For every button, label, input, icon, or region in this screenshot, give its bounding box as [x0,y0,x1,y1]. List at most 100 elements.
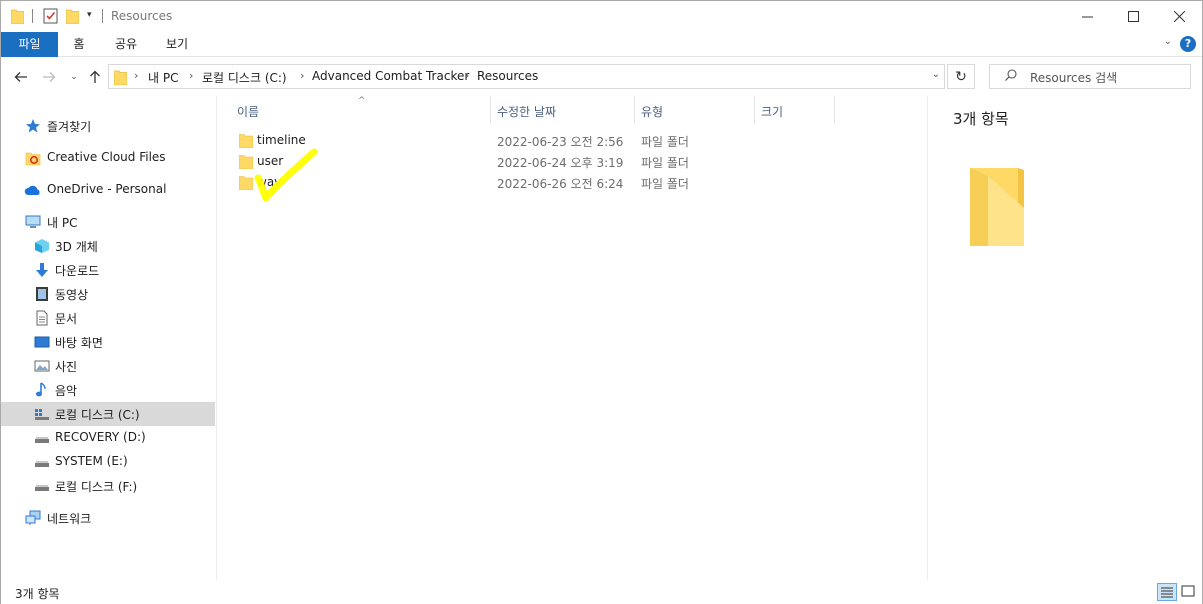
maximize-button[interactable] [1110,1,1156,32]
large-icons-view-button[interactable] [1179,583,1199,601]
sidebar-item-system-e[interactable]: SYSTEM (E:) [1,450,215,474]
column-divider[interactable] [754,96,755,124]
tab-file[interactable]: 파일 [1,32,58,57]
preview-pane: 3개 항목 [927,96,1202,580]
item-count: 3개 항목 [15,587,60,601]
breadcrumb-separator-icon[interactable]: › [134,69,138,82]
file-explorer-window: ▾ Resources 파일 홈 공유 보기 ⌄ ? ⌄ › 내 PC › 로컬… [0,0,1203,604]
sidebar-item-this-pc[interactable]: 내 PC [1,210,215,234]
breadcrumb-this-pc[interactable]: 내 PC [148,69,178,86]
address-bar[interactable]: › 내 PC › 로컬 디스크 (C:) › Advanced Combat T… [108,64,945,89]
tab-share[interactable]: 공유 [108,32,144,57]
desktop-icon [34,336,50,348]
search-placeholder: Resources 검색 [1030,71,1118,85]
file-name: timeline [257,133,306,147]
recent-locations-chevron-icon[interactable]: ⌄ [64,67,84,87]
back-arrow-icon [14,72,27,82]
refresh-button[interactable]: ↻ [947,64,975,89]
file-type: 파일 폴더 [641,135,689,149]
sidebar-item-label: 동영상 [55,288,89,302]
table-row[interactable]: wav 2022-06-26 오전 6:24 파일 폴더 [218,172,927,193]
sidebar-item-label: Creative Cloud Files [47,150,166,164]
column-header-modified[interactable]: 수정한 날짜 [497,103,556,120]
sidebar-item-music[interactable]: 음악 [1,378,215,402]
file-type: 파일 폴더 [641,177,689,191]
address-history-chevron-icon[interactable]: ⌄ [932,69,940,80]
sidebar-item-local-disk-c[interactable]: 로컬 디스크 (C:) [1,402,215,426]
column-divider[interactable] [490,96,491,124]
windows-drive-icon [35,409,49,420]
sidebar-item-recovery-d[interactable]: RECOVERY (D:) [1,426,215,450]
breadcrumb-separator-icon[interactable]: › [189,69,193,82]
column-header-size[interactable]: 크기 [761,103,783,120]
download-arrow-icon [36,263,48,277]
table-row[interactable]: user 2022-06-24 오후 3:19 파일 폴더 [218,151,927,172]
sidebar-item-label: 문서 [55,312,78,326]
folder-icon [114,70,127,85]
column-divider[interactable] [834,96,835,124]
file-modified: 2022-06-24 오후 3:19 [497,156,624,170]
sidebar-item-label: OneDrive - Personal [47,182,167,196]
column-divider[interactable] [634,96,635,124]
sidebar-item-videos[interactable]: 동영상 [1,282,215,306]
quick-access-separator [32,9,33,23]
sidebar-item-label: 즐겨찾기 [47,120,92,134]
minimize-button[interactable] [1064,1,1110,32]
sidebar-item-onedrive[interactable]: OneDrive - Personal [1,178,215,202]
document-icon [36,310,48,326]
column-header-type[interactable]: 유형 [641,103,663,120]
sidebar-item-quick-access[interactable]: 즐겨찾기 [1,114,215,138]
tab-home[interactable]: 홈 [64,32,94,57]
table-row[interactable]: timeline 2022-06-23 오전 2:56 파일 폴더 [218,130,927,151]
column-header-name[interactable]: 이름 [237,103,259,120]
drive-icon [35,437,49,443]
up-button[interactable] [85,67,105,87]
highlighter-checkmark-annotation [254,148,318,202]
file-modified: 2022-06-23 오전 2:56 [497,135,624,149]
status-bar: 3개 항목 [1,580,1202,604]
forward-button[interactable] [39,67,59,87]
title-bar: ▾ Resources [1,1,1202,32]
maximize-icon [1127,11,1139,22]
refresh-icon: ↻ [955,68,967,85]
sidebar-item-label: 로컬 디스크 (F:) [55,480,138,494]
sidebar-item-downloads[interactable]: 다운로드 [1,258,215,282]
close-icon [1173,11,1185,22]
tab-view[interactable]: 보기 [159,32,195,57]
sidebar-item-label: 바탕 화면 [55,336,103,350]
sidebar-item-creative-cloud[interactable]: Creative Cloud Files [1,146,215,170]
properties-checklist-icon[interactable] [43,8,58,24]
breadcrumb-local-disk-c[interactable]: 로컬 디스크 (C:) [202,69,287,86]
title-separator [102,9,103,23]
video-icon [36,287,48,301]
file-list: ^ 이름 수정한 날짜 유형 크기 timeline 2022-06-23 오전… [218,96,927,580]
pictures-icon [34,360,50,372]
close-button[interactable] [1156,1,1202,32]
sidebar-item-pictures[interactable]: 사진 [1,354,215,378]
creative-cloud-folder-icon [25,152,41,166]
help-icon[interactable]: ? [1180,36,1196,52]
search-input[interactable]: Resources 검색 [989,64,1191,89]
breadcrumb-separator-icon[interactable]: › [300,69,304,82]
onedrive-cloud-icon [24,185,40,195]
search-icon [1005,69,1017,81]
breadcrumb-advanced-combat-tracker[interactable]: Advanced Combat Tracker [312,69,469,83]
customize-quick-access-icon[interactable]: ▾ [87,10,92,20]
sort-ascending-chevron-icon: ^ [358,96,366,106]
breadcrumb-separator-icon[interactable]: › [465,69,469,82]
details-view-button[interactable] [1157,583,1177,601]
folder-icon [970,168,1024,246]
breadcrumb-resources[interactable]: Resources [477,69,538,83]
computer-icon [25,215,41,228]
sidebar-item-local-disk-f[interactable]: 로컬 디스크 (F:) [1,474,215,498]
sidebar-item-desktop[interactable]: 바탕 화면 [1,330,215,354]
sidebar-item-label: RECOVERY (D:) [55,430,146,444]
sidebar-item-3d-objects[interactable]: 3D 개체 [1,234,215,258]
sidebar-item-documents[interactable]: 문서 [1,306,215,330]
back-button[interactable] [11,67,31,87]
expand-ribbon-chevron-icon[interactable]: ⌄ [1164,36,1172,47]
up-arrow-icon [90,70,100,83]
file-modified: 2022-06-26 오전 6:24 [497,177,624,191]
new-folder-icon[interactable] [66,8,79,24]
sidebar-item-network[interactable]: 네트워크 [1,506,215,530]
